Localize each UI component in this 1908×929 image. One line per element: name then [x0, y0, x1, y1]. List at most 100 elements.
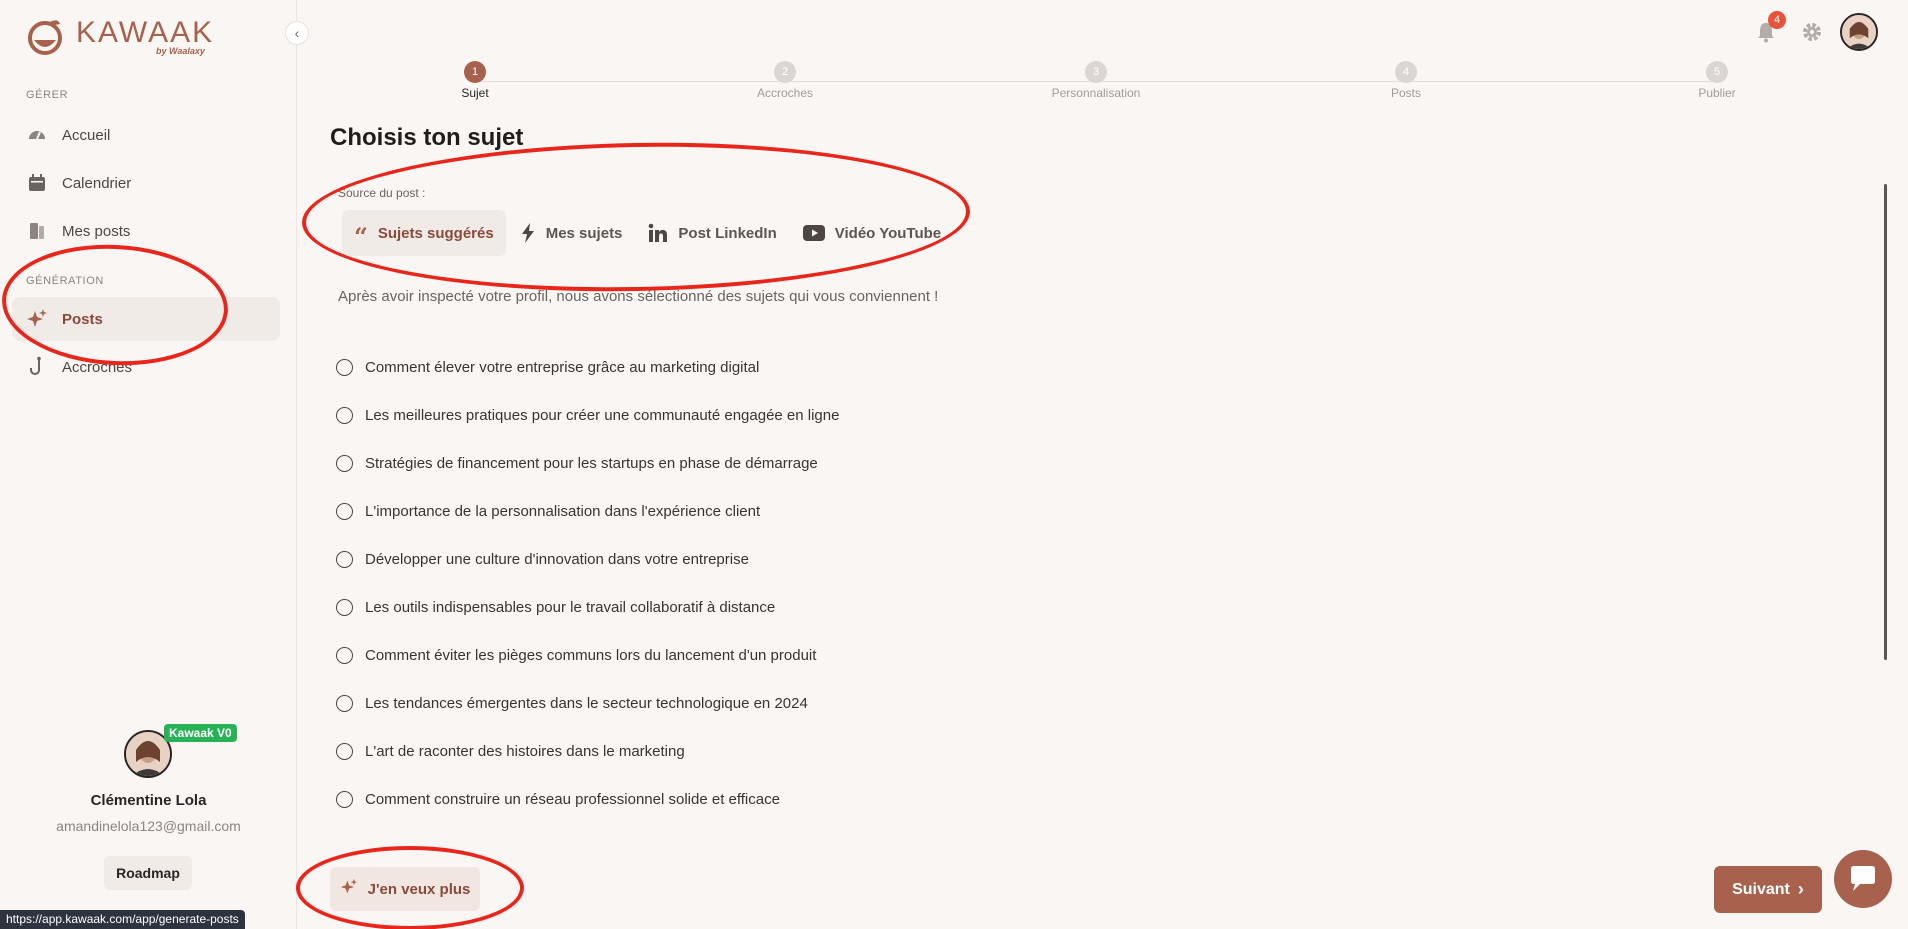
topic-label: Comment élever votre entreprise grâce au…	[365, 358, 760, 376]
youtube-icon	[802, 225, 825, 241]
topic-option[interactable]: Comment élever votre entreprise grâce au…	[336, 343, 839, 391]
sidebar: KAWAAK by Waalaxy GÉRER Accueil Calendri…	[0, 0, 297, 929]
chat-icon	[1851, 866, 1875, 891]
tab-sujets-suggeres[interactable]: “ Sujets suggérés	[342, 210, 506, 256]
topic-label: L'art de raconter des histoires dans le …	[365, 742, 685, 760]
radio-button[interactable]	[336, 694, 353, 712]
topic-label: Stratégies de financement pour les start…	[365, 454, 818, 472]
radio-button[interactable]	[336, 550, 353, 568]
step-number: 4	[1395, 61, 1417, 83]
sidebar-item-label: Calendrier	[62, 174, 132, 192]
more-topics-button[interactable]: J'en veux plus	[330, 867, 480, 911]
notification-count-badge: 4	[1768, 11, 1786, 29]
topic-option[interactable]: Les outils indispensables pour le travai…	[336, 583, 839, 631]
radio-button[interactable]	[336, 502, 353, 520]
topic-label: Comment éviter les pièges communs lors d…	[365, 646, 817, 664]
sidebar-item-label: Posts	[62, 310, 103, 328]
radio-button[interactable]	[336, 742, 353, 760]
version-badge: Kawaak V0	[164, 724, 237, 742]
topic-option[interactable]: L'importance de la personnalisation dans…	[336, 487, 839, 535]
hook-icon	[26, 356, 48, 378]
collapse-sidebar-button[interactable]: ‹	[285, 21, 309, 45]
kawaak-logo[interactable]: KAWAAK by Waalaxy	[26, 16, 216, 60]
section-label-generation: GÉNÉRATION	[26, 275, 104, 287]
dashboard-icon	[26, 124, 48, 146]
step-label: Posts	[1390, 86, 1421, 100]
scrollbar[interactable]	[1884, 184, 1887, 660]
gear-icon[interactable]	[1798, 18, 1826, 46]
radio-button[interactable]	[336, 790, 353, 808]
profile-name: Clémentine Lola	[90, 792, 207, 809]
logo-subtitle: by Waalaxy	[156, 46, 205, 56]
sidebar-item-mes-posts[interactable]: Mes posts	[12, 209, 280, 253]
topic-option[interactable]: Les tendances émergentes dans le secteur…	[336, 679, 839, 727]
logo-icon	[28, 20, 62, 55]
topic-option[interactable]: Comment éviter les pièges communs lors d…	[336, 631, 839, 679]
user-avatar[interactable]	[1840, 13, 1878, 51]
logo-text: KAWAAK	[76, 16, 215, 49]
tab-post-linkedin[interactable]: Post LinkedIn	[636, 210, 788, 256]
source-tabs: “ Sujets suggérés Mes sujets Post Linked…	[342, 210, 955, 256]
radio-button[interactable]	[336, 598, 353, 616]
step-number: 3	[1085, 61, 1107, 83]
step-label: Sujet	[461, 86, 489, 100]
sparkle-icon	[26, 308, 48, 330]
step-label: Personnalisation	[1051, 86, 1141, 100]
radio-button[interactable]	[336, 454, 353, 472]
tab-video-youtube[interactable]: Vidéo YouTube	[791, 210, 953, 256]
quote-icon: “	[354, 222, 368, 251]
step-number: 5	[1706, 61, 1728, 83]
topic-label: Les tendances émergentes dans le secteur…	[365, 694, 808, 712]
tab-label: Post LinkedIn	[678, 224, 777, 242]
step-label: Accroches	[756, 86, 814, 100]
sidebar-item-label: Accueil	[62, 126, 111, 144]
topic-label: Comment construire un réseau professionn…	[365, 790, 780, 808]
tab-label: Sujets suggérés	[377, 224, 494, 242]
status-url: https://app.kawaak.com/app/generate-post…	[0, 910, 245, 929]
roadmap-button[interactable]: Roadmap	[104, 856, 192, 890]
sidebar-item-calendrier[interactable]: Calendrier	[12, 161, 280, 205]
chat-button[interactable]	[1834, 850, 1892, 908]
sidebar-item-label: Accroches	[62, 358, 133, 376]
topic-label: Développer une culture d'innovation dans…	[365, 550, 749, 568]
topic-label: Les meilleures pratiques pour créer une …	[365, 406, 840, 424]
sidebar-item-accueil[interactable]: Accueil	[12, 113, 280, 157]
tab-mes-sujets[interactable]: Mes sujets	[508, 210, 635, 256]
intro-text: Après avoir inspecté votre profil, nous …	[338, 288, 939, 305]
page-title: Choisis ton sujet	[330, 124, 524, 151]
chevron-right-icon: ›	[1797, 879, 1804, 899]
sidebar-item-accroches[interactable]: Accroches	[12, 345, 280, 389]
calendar-icon	[26, 172, 48, 194]
topic-label: Les outils indispensables pour le travai…	[365, 598, 776, 616]
radio-button[interactable]	[336, 646, 353, 664]
language-flag-icon[interactable]	[1706, 22, 1732, 42]
radio-button[interactable]	[336, 358, 353, 376]
sparkle-icon	[340, 878, 358, 900]
step-sujet: 1 Sujet	[415, 61, 535, 100]
linkedin-icon	[648, 223, 668, 243]
step-personnalisation: 3 Personnalisation	[1036, 61, 1156, 100]
topic-option[interactable]: Développer une culture d'innovation dans…	[336, 535, 839, 583]
tab-label: Vidéo YouTube	[834, 224, 942, 242]
topic-option[interactable]: Les meilleures pratiques pour créer une …	[336, 391, 839, 439]
source-label: Source du post :	[338, 186, 426, 200]
topic-list: Comment élever votre entreprise grâce au…	[336, 343, 839, 823]
topic-option[interactable]: Stratégies de financement pour les start…	[336, 439, 839, 487]
section-label-manage: GÉRER	[26, 89, 69, 101]
tab-label: Mes sujets	[545, 224, 623, 242]
lightning-icon	[520, 223, 536, 243]
step-accroches: 2 Accroches	[725, 61, 845, 100]
step-publier: 5 Publier	[1657, 61, 1777, 100]
step-label: Publier	[1698, 86, 1736, 100]
sidebar-item-label: Mes posts	[62, 222, 131, 240]
step-number: 1	[464, 61, 486, 83]
radio-button[interactable]	[336, 406, 353, 424]
topic-option[interactable]: Comment construire un réseau professionn…	[336, 775, 839, 823]
posts-icon	[26, 220, 48, 242]
topic-option[interactable]: L'art de raconter des histoires dans le …	[336, 727, 839, 775]
next-button[interactable]: Suivant ›	[1714, 866, 1822, 913]
sidebar-item-posts[interactable]: Posts	[12, 297, 280, 341]
next-label: Suivant	[1732, 880, 1790, 898]
more-topics-label: J'en veux plus	[367, 880, 471, 898]
chevron-left-icon: ‹	[294, 25, 300, 41]
